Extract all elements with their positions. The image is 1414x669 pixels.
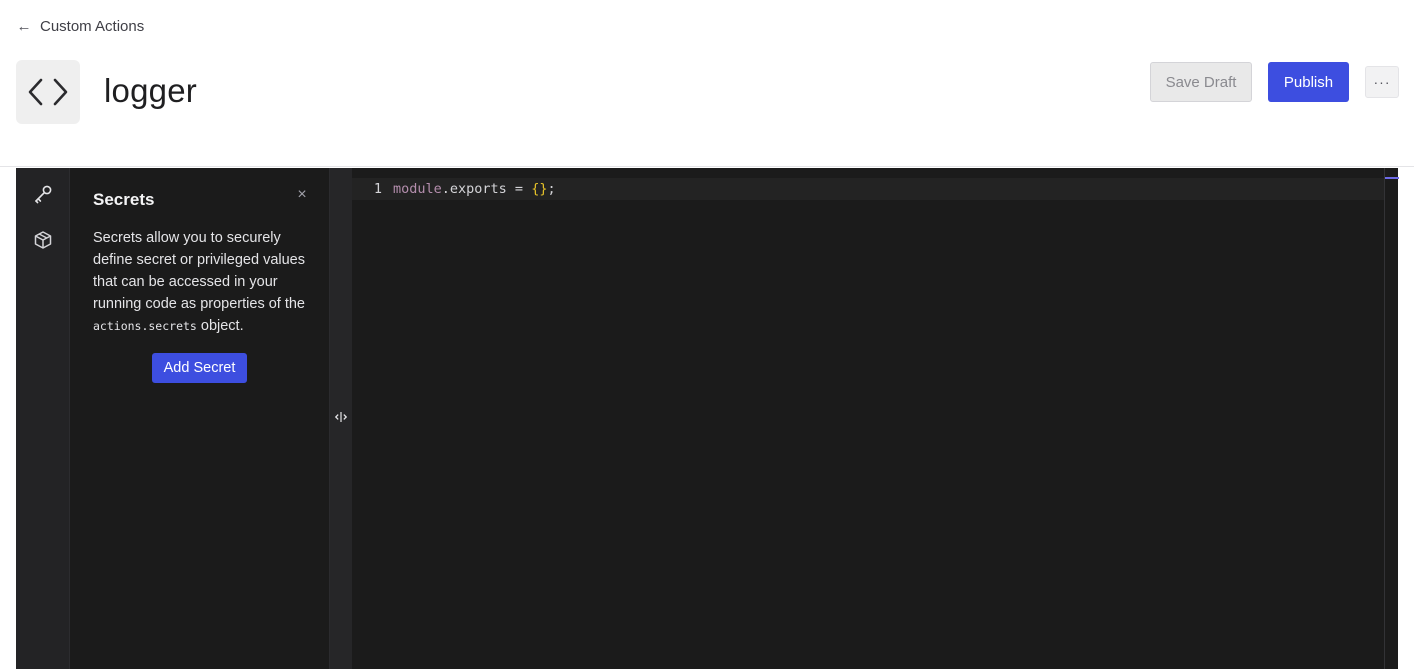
arrow-left-icon: ← xyxy=(16,18,32,35)
secrets-description-tail: object. xyxy=(196,318,244,334)
secrets-tab[interactable] xyxy=(31,184,55,208)
secrets-panel-title: Secrets xyxy=(93,190,155,209)
dependencies-tab[interactable] xyxy=(31,230,55,254)
secrets-description-text: Secrets allow you to securely define sec… xyxy=(93,230,305,312)
header-divider xyxy=(0,166,1414,167)
scrollbar-cursor-marker xyxy=(1385,177,1399,179)
action-editor: Secrets × Secrets allow you to securely … xyxy=(16,168,1399,669)
close-icon[interactable]: × xyxy=(294,186,310,204)
resize-arrows-icon xyxy=(334,410,348,428)
panel-resize-handle[interactable] xyxy=(330,168,352,669)
key-icon xyxy=(33,184,53,209)
editor-scrollbar[interactable] xyxy=(1384,168,1399,669)
package-icon xyxy=(33,230,53,255)
secrets-object-code: actions.secrets xyxy=(93,319,197,333)
token-module: module xyxy=(393,181,442,197)
page-title: logger xyxy=(104,72,197,109)
token-braces: {} xyxy=(531,181,548,197)
back-to-custom-actions[interactable]: ← Custom Actions xyxy=(16,18,145,35)
more-options-button[interactable]: ··· xyxy=(1365,66,1399,98)
editor-sidebar-rail xyxy=(16,168,70,669)
secrets-description: Secrets allow you to securely define sec… xyxy=(93,227,313,337)
save-draft-button[interactable]: Save Draft xyxy=(1150,62,1252,102)
token-semicolon: ; xyxy=(547,181,556,197)
code-editor[interactable]: 1 module.exports = {}; xyxy=(352,168,1398,669)
code-line[interactable]: module.exports = {}; xyxy=(393,178,556,200)
line-number: 1 xyxy=(373,181,382,197)
more-dots-icon: ··· xyxy=(1373,74,1391,90)
back-link-label: Custom Actions xyxy=(40,18,145,35)
secrets-panel: Secrets × Secrets allow you to securely … xyxy=(70,168,330,669)
token-exports: .exports = xyxy=(441,181,532,197)
add-secret-button[interactable]: Add Secret xyxy=(152,353,247,383)
code-brackets-icon xyxy=(16,60,80,124)
publish-button[interactable]: Publish xyxy=(1268,62,1349,102)
